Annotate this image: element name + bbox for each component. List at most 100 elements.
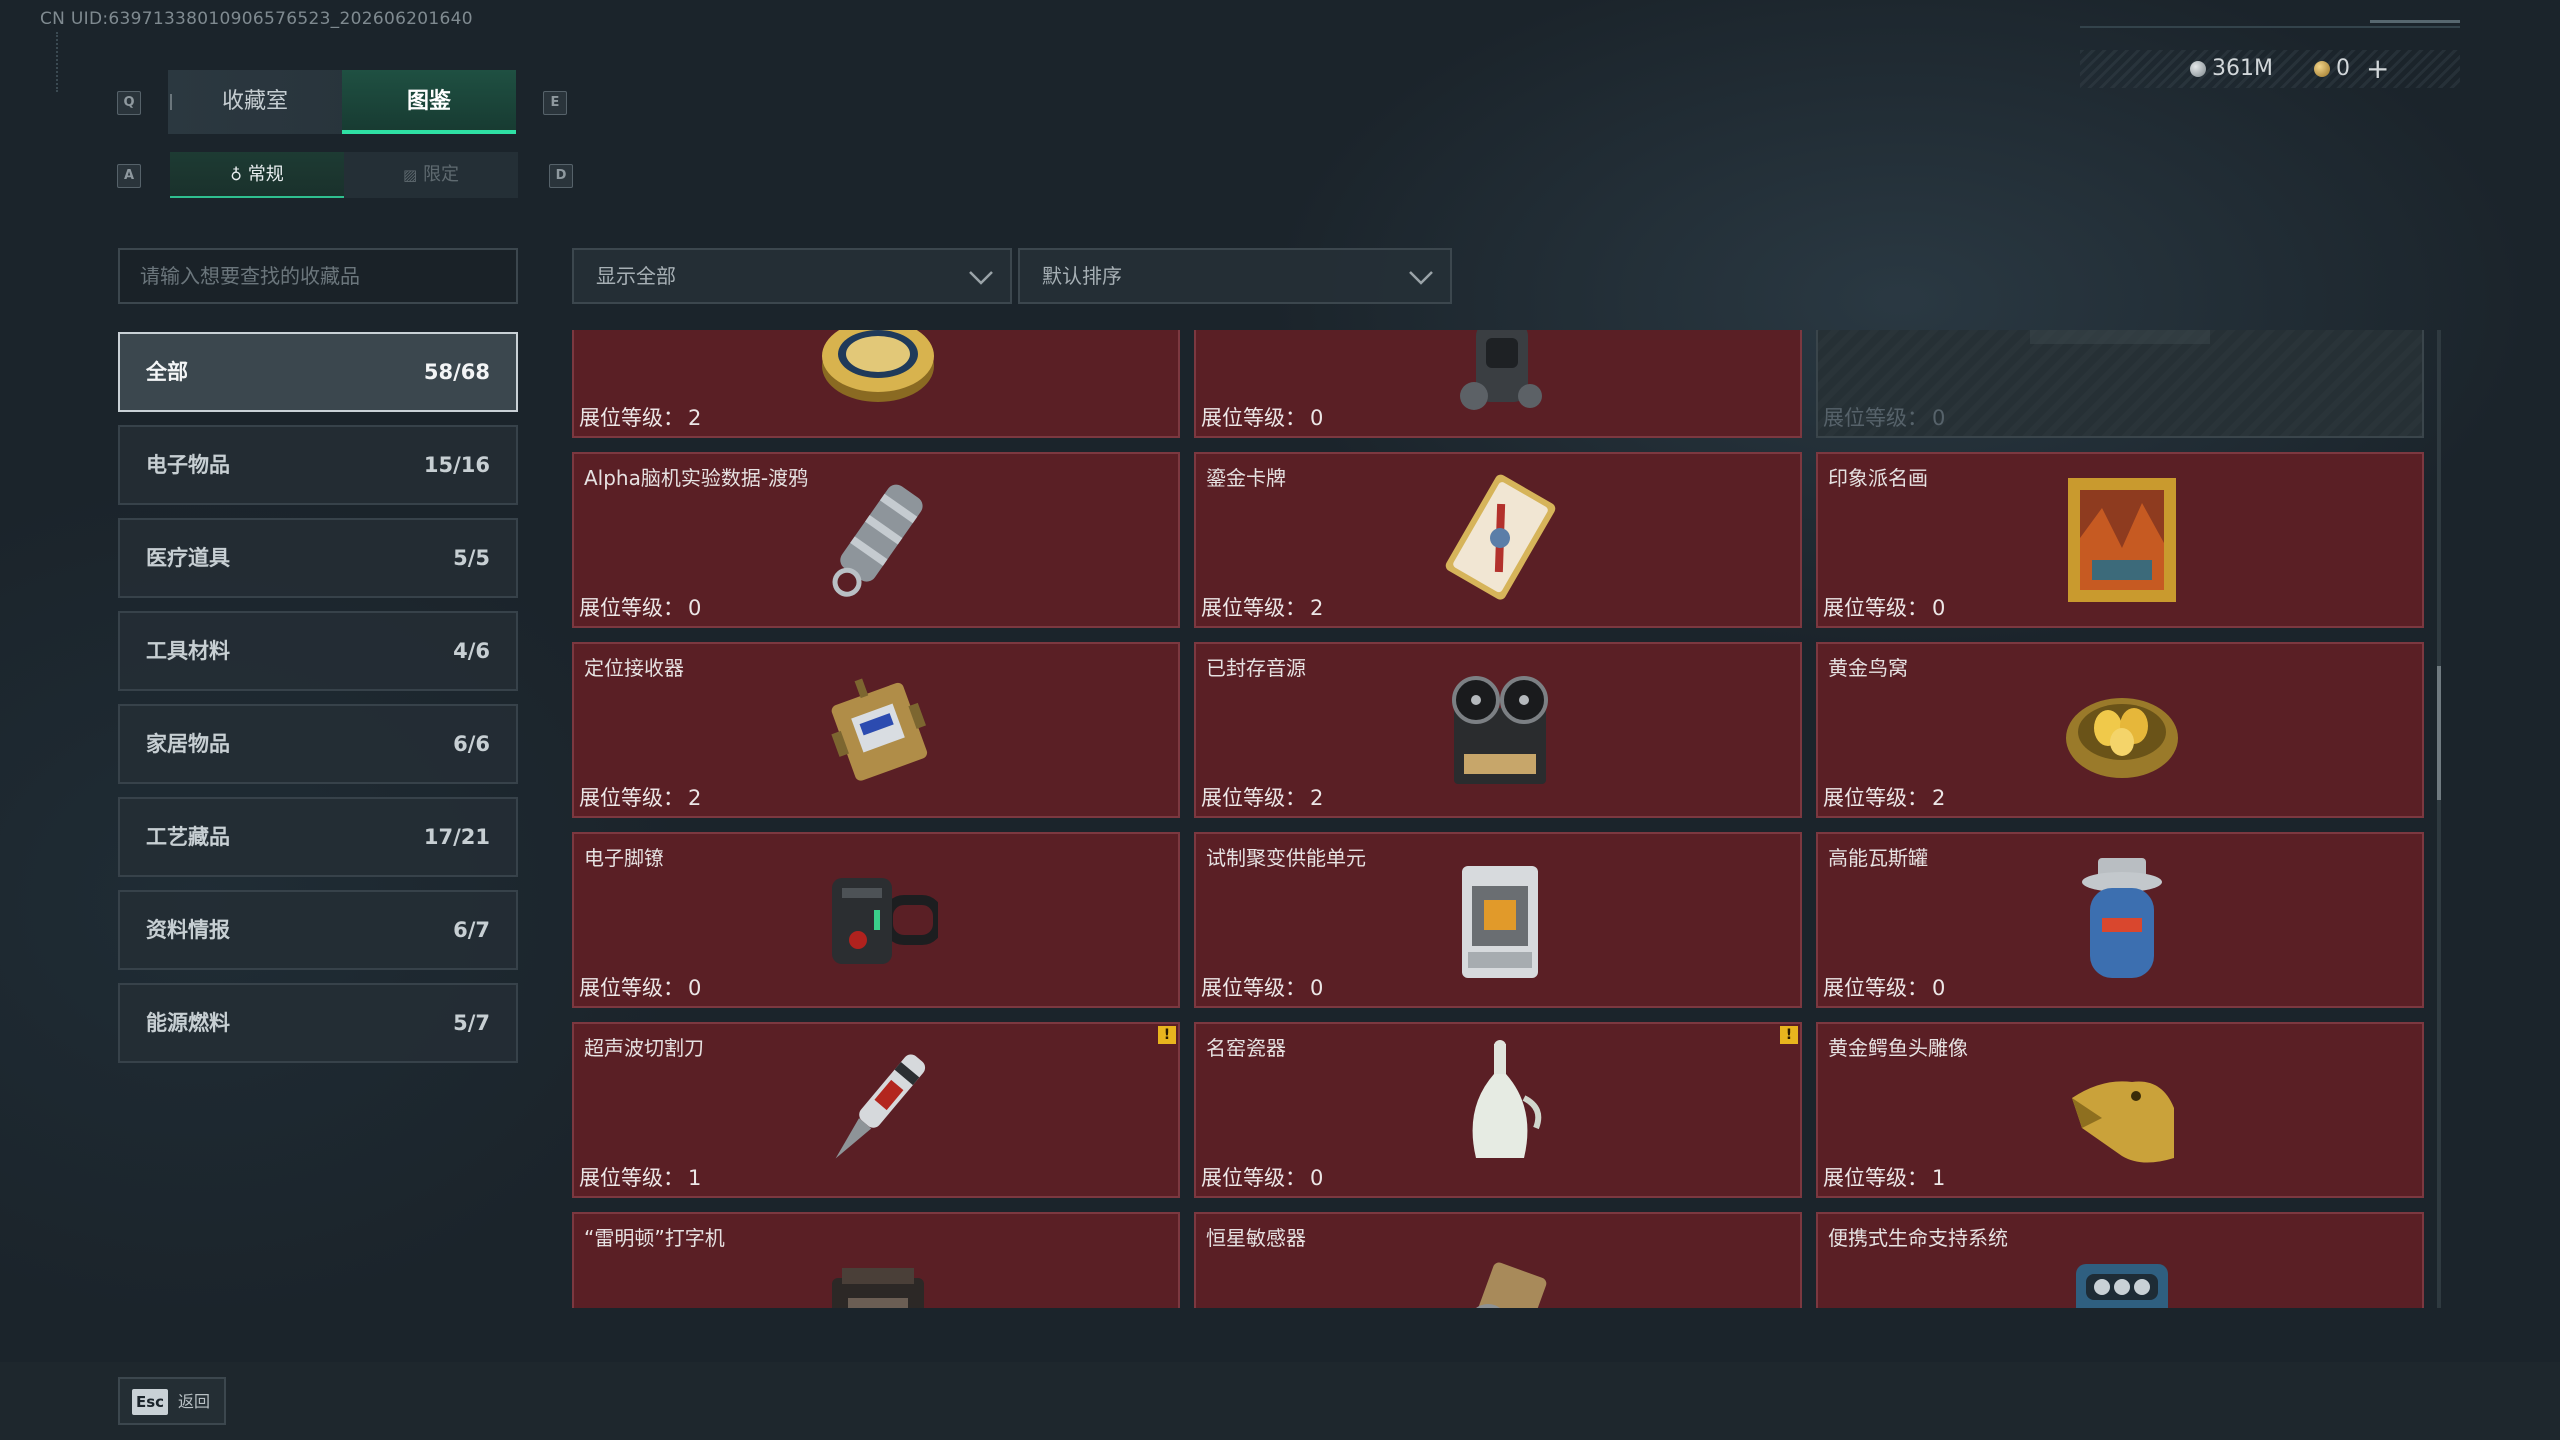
item-level: 展位等级： 2	[1201, 592, 1323, 622]
item-card[interactable]: 高能瓦斯罐 展位等级： 0	[1816, 832, 2424, 1008]
level-value: 0	[1932, 406, 1946, 430]
locator-receiver-icon	[831, 678, 928, 781]
level-label: 展位等级：	[1201, 976, 1306, 1000]
painting-icon	[2068, 478, 2176, 602]
item-card[interactable]: 电子脚镣 展位等级： 0	[572, 832, 1180, 1008]
grid-scrollbar-track[interactable]	[2437, 330, 2441, 1308]
gas-canister-icon	[2082, 858, 2162, 978]
item-card[interactable]: 定位接收器 展位等级： 2	[572, 642, 1180, 818]
level-value: 1	[1932, 1166, 1946, 1190]
locked-item-icon	[2030, 330, 2210, 344]
item-card[interactable]: 展位等级： 2	[572, 330, 1180, 438]
filter-dropdown-label: 显示全部	[596, 264, 676, 288]
sort-dropdown-label: 默认排序	[1042, 264, 1122, 288]
level-value: 2	[1310, 596, 1324, 620]
category-label: 医疗道具	[146, 546, 230, 570]
back-button[interactable]: Esc 返回	[118, 1377, 226, 1425]
level-label: 展位等级：	[1823, 786, 1928, 810]
item-card[interactable]: 黄金鸟窝 展位等级： 2	[1816, 642, 2424, 818]
category-label: 全部	[146, 360, 188, 384]
level-value: 0	[1310, 406, 1324, 430]
category-crafts[interactable]: 工艺藏品 17/21	[118, 797, 518, 877]
item-card[interactable]: 试制聚变供能单元 展位等级： 0	[1194, 832, 1802, 1008]
item-card[interactable]: 黄金鳄鱼头雕像 展位等级： 1	[1816, 1022, 2424, 1198]
uid-label: CN UID:6397133801090657652​3_20260620164…	[40, 9, 473, 29]
level-label: 展位等级：	[1201, 1166, 1306, 1190]
subtab-regular[interactable]: ♁ 常规	[170, 152, 344, 198]
level-label: 展位等级：	[579, 1166, 684, 1190]
category-label: 电子物品	[146, 453, 230, 477]
level-label: 展位等级：	[1823, 1166, 1928, 1190]
level-value: 2	[1310, 786, 1324, 810]
category-intel[interactable]: 资料情报 6/7	[118, 890, 518, 970]
corner-decoration	[56, 32, 70, 92]
item-card[interactable]: 名窑瓷器 ! 展位等级： 0	[1194, 1022, 1802, 1198]
category-medical[interactable]: 医疗道具 5/5	[118, 518, 518, 598]
level-value: 0	[688, 976, 702, 1000]
category-tools[interactable]: 工具材料 4/6	[118, 611, 518, 691]
category-electronics[interactable]: 电子物品 15/16	[118, 425, 518, 505]
item-name: 鎏金卡牌	[1206, 466, 1286, 490]
level-value: 0	[1932, 976, 1946, 1000]
category-count: 4/6	[453, 639, 490, 663]
item-card[interactable]: 便携式生命支持系统 展位等级：	[1816, 1212, 2424, 1308]
level-value: 2	[1932, 786, 1946, 810]
item-card[interactable]: 已封存音源 展位等级： 2	[1194, 642, 1802, 818]
gas-mask-device-icon	[1460, 330, 1542, 410]
item-card[interactable]: 恒星敏感器 展位等级：	[1194, 1212, 1802, 1308]
level-label: 展位等级：	[579, 406, 684, 430]
category-count: 5/5	[453, 546, 490, 570]
item-card[interactable]: “雷明顿”打字机 展位等级：	[572, 1212, 1180, 1308]
category-label: 资料情报	[146, 918, 230, 942]
tab-codex[interactable]: 图鉴	[342, 70, 516, 134]
item-name: 黄金鸟窝	[1828, 656, 1908, 680]
search-input[interactable]: 请输入想要查找的收藏品	[118, 248, 518, 304]
golden-croc-icon	[2072, 1081, 2174, 1163]
item-card[interactable]: 印象派名画 展位等级： 0	[1816, 452, 2424, 628]
item-name: 便携式生命支持系统	[1828, 1226, 2008, 1250]
category-count: 6/7	[453, 918, 490, 942]
item-level: 展位等级： 0	[1823, 402, 1945, 432]
grid-scrollbar-thumb[interactable]	[2437, 666, 2441, 800]
item-card[interactable]: Alpha脑机实验数据-渡鸦 展位等级： 0	[572, 452, 1180, 628]
category-all[interactable]: 全部 58/68	[118, 332, 518, 412]
gold-currency[interactable]: 0 +	[2314, 54, 2389, 82]
key-e-hint: E	[543, 91, 567, 115]
add-currency-icon[interactable]: +	[2366, 54, 2389, 82]
level-label: 展位等级：	[579, 976, 684, 1000]
subtab-limited[interactable]: ▨ 限定	[344, 152, 518, 198]
top-divider	[2080, 26, 2460, 28]
tab-collection[interactable]: 收藏室	[168, 70, 342, 134]
bottle-icon: ♁	[230, 165, 242, 184]
item-card-locked[interactable]: 展位等级： 0	[1816, 330, 2424, 438]
category-household[interactable]: 家居物品 6/6	[118, 704, 518, 784]
item-name: 黄金鳄鱼头雕像	[1828, 1036, 1968, 1060]
category-energy[interactable]: 能源燃料 5/7	[118, 983, 518, 1063]
level-value: 0	[1310, 1166, 1324, 1190]
item-level: 展位等级： 1	[1823, 1162, 1945, 1192]
ultrasonic-knife-icon	[835, 1054, 926, 1159]
category-label: 工艺藏品	[146, 825, 230, 849]
item-level: 展位等级： 0	[1201, 402, 1323, 432]
filter-dropdown[interactable]: 显示全部	[572, 248, 1012, 304]
category-count: 15/16	[423, 453, 490, 477]
item-card[interactable]: 超声波切割刀 ! 展位等级： 1	[572, 1022, 1180, 1198]
item-card[interactable]: 鎏金卡牌 展位等级： 2	[1194, 452, 1802, 628]
bottom-bar	[0, 1362, 2560, 1440]
level-value: 0	[688, 596, 702, 620]
item-name: “雷明顿”打字机	[584, 1226, 725, 1250]
item-level: 展位等级： 0	[1823, 972, 1945, 1002]
item-level: 展位等级： 1	[579, 1162, 701, 1192]
level-value: 0	[1310, 976, 1324, 1000]
item-card[interactable]: 展位等级： 0	[1194, 330, 1802, 438]
item-name: 已封存音源	[1206, 656, 1306, 680]
item-name: Alpha脑机实验数据-渡鸦	[584, 466, 809, 490]
item-level: 展位等级： 2	[579, 402, 701, 432]
item-level: 展位等级： 0	[1201, 1162, 1323, 1192]
level-label: 展位等级：	[1823, 976, 1928, 1000]
subtab-regular-label: 常规	[247, 164, 284, 185]
item-level: 展位等级： 0	[579, 592, 701, 622]
silver-amount: 361M	[2212, 56, 2273, 81]
golden-nest-icon	[2066, 698, 2178, 778]
sort-dropdown[interactable]: 默认排序	[1018, 248, 1452, 304]
